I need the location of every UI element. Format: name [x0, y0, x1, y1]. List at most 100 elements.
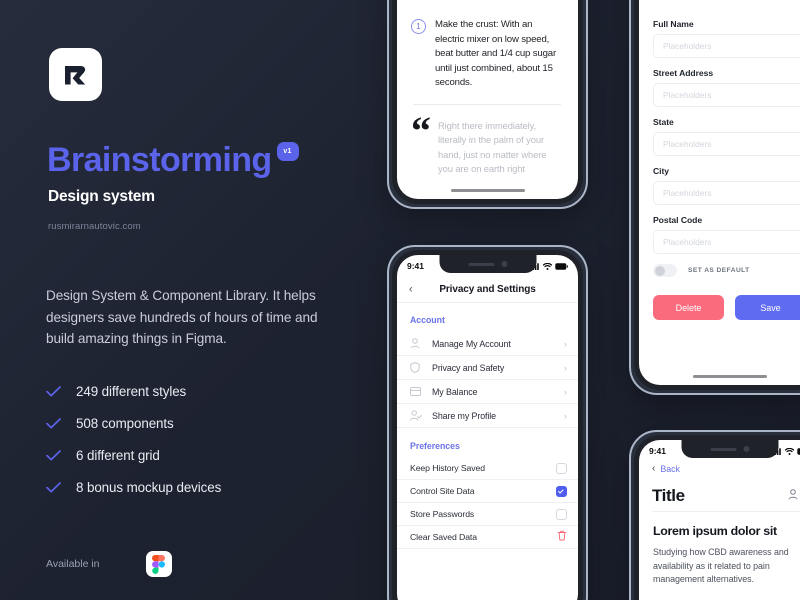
wifi-icon	[785, 447, 794, 455]
item-label: Clear Saved Data	[410, 532, 477, 542]
checkbox-checked[interactable]	[556, 485, 567, 497]
article-heading: Lorem ipsum dolor sit	[653, 524, 777, 538]
preference-store-passwords[interactable]: Store Passwords	[397, 503, 578, 526]
trash-icon[interactable]	[557, 528, 567, 546]
item-label: Control Site Data	[410, 486, 475, 496]
home-indicator	[450, 189, 525, 192]
postal-code-input[interactable]: Placeholders	[653, 230, 800, 254]
field-postal-code: Postal Code Placeholders	[653, 215, 800, 254]
intro-panel: Brainstorming v1 Design system rusmirarn…	[0, 0, 390, 600]
item-label: My Balance	[432, 386, 478, 397]
list-item: 6 different grid	[46, 439, 356, 471]
list-item: 508 components	[46, 407, 356, 439]
quote-text: Right there immediately, literally in th…	[438, 119, 547, 175]
chevron-left-icon: ‹	[652, 463, 656, 474]
field-street-address: Street Address Placeholders	[653, 68, 800, 107]
feature-label: 249 different styles	[76, 383, 187, 399]
phone-mockup-recipe: 1 Make the crust: With an electric mixer…	[387, 0, 588, 209]
phone-notch	[681, 440, 778, 458]
full-name-input[interactable]: Placeholders	[653, 34, 800, 58]
field-label: Postal Code	[653, 215, 703, 225]
wifi-icon	[543, 262, 552, 270]
city-input[interactable]: Placeholders	[653, 181, 800, 205]
back-label: Back	[660, 464, 680, 474]
field-label: City	[653, 166, 670, 176]
poster-canvas: Brainstorming v1 Design system rusmirarn…	[0, 0, 800, 600]
camera-icon	[743, 446, 749, 452]
set-as-default-row[interactable]: SET AS DEFAULT	[653, 264, 800, 277]
subtitle: Design system	[48, 188, 155, 205]
website-url: rusmirarnautovic.com	[48, 221, 141, 232]
version-badge: v1	[276, 142, 299, 161]
person-icon	[410, 338, 423, 349]
toggle-label: SET AS DEFAULT	[688, 267, 750, 274]
section-header-preferences: Preferences	[410, 441, 460, 451]
status-time: 9:41	[407, 261, 425, 271]
camera-icon	[501, 261, 507, 267]
status-time: 9:41	[649, 446, 667, 456]
item-label: Store Passwords	[410, 509, 475, 519]
chevron-left-icon[interactable]: ‹	[409, 284, 413, 295]
preference-keep-history-saved[interactable]: Keep History Saved	[397, 457, 578, 480]
item-label: Manage My Account	[432, 338, 511, 349]
feature-label: 508 components	[76, 415, 174, 431]
brand-title-row: Brainstorming v1	[47, 140, 299, 180]
field-label: Street Address	[653, 68, 714, 78]
sidebar-item-my-balance[interactable]: My Balance ›	[397, 380, 578, 404]
item-label: Keep History Saved	[410, 463, 485, 473]
delete-button[interactable]: Delete	[653, 295, 724, 320]
person-icon[interactable]	[788, 487, 798, 505]
set-as-default-toggle[interactable]	[653, 264, 677, 277]
back-nav[interactable]: ‹ Back	[652, 463, 680, 475]
brand-r-logo-icon	[61, 60, 90, 89]
field-label: Full Name	[653, 19, 694, 29]
preference-clear-saved-data[interactable]: Clear Saved Data	[397, 526, 578, 549]
step-number-badge: 1	[411, 19, 426, 34]
item-label: Privacy and Safety	[432, 362, 505, 373]
check-icon	[46, 417, 76, 429]
preferences-list: Keep History Saved Control Site Data Sto…	[397, 457, 578, 549]
sidebar-item-manage-my-account[interactable]: Manage My Account ›	[397, 332, 578, 356]
save-button[interactable]: Save	[735, 295, 800, 320]
check-icon	[46, 385, 76, 397]
shield-icon	[410, 362, 423, 373]
speaker-icon	[710, 447, 736, 451]
street-address-input[interactable]: Placeholders	[653, 83, 800, 107]
preference-control-site-data[interactable]: Control Site Data	[397, 480, 578, 503]
person-check-icon	[410, 410, 423, 421]
sidebar-item-privacy-and-safety[interactable]: Privacy and Safety ›	[397, 356, 578, 380]
list-item: 249 different styles	[46, 375, 356, 407]
battery-icon	[555, 262, 568, 270]
divider	[413, 103, 561, 105]
check-icon	[46, 449, 76, 461]
recipe-content: 1 Make the crust: With an electric mixer…	[397, 0, 578, 177]
settings-body: Account Manage My Account › Privacy and	[397, 315, 578, 549]
quote-block: “ Right there immediately, literally in …	[411, 107, 563, 177]
speaker-icon	[468, 262, 494, 266]
field-full-name: Full Name Placeholders	[653, 19, 800, 58]
chevron-right-icon: ›	[564, 362, 567, 373]
nav-title: Privacy and Settings	[439, 284, 536, 295]
credit-card-icon	[410, 387, 423, 396]
header-actions: ›	[788, 487, 800, 505]
phone-notch	[439, 255, 536, 273]
phone-mockup-address-form: Full Name Placeholders Street Address Pl…	[629, 0, 800, 395]
chevron-right-icon: ›	[564, 410, 567, 421]
article-body: Lorem ipsum dolor sit Studying how CBD a…	[653, 524, 800, 600]
phone-screen: Full Name Placeholders Street Address Pl…	[639, 0, 800, 385]
chevron-right-icon: ›	[564, 386, 567, 397]
article-paragraph: Studying how CBD awareness and availabil…	[653, 547, 789, 584]
section-header-account: Account	[410, 315, 445, 325]
state-input[interactable]: Placeholders	[653, 132, 800, 156]
home-indicator	[692, 375, 767, 378]
form-actions: Delete Save	[653, 295, 800, 320]
phone-mockup-article: 9:41 ‹ Back Title Lorem ipsum dolor sit …	[629, 430, 800, 600]
quote-mark-icon: “	[411, 107, 431, 153]
checkbox-unchecked[interactable]	[556, 508, 567, 520]
feature-list: 249 different styles 508 components 6 di…	[46, 375, 356, 503]
list-item: 8 bonus mockup devices	[46, 471, 356, 503]
sidebar-item-share-my-profile[interactable]: Share my Profile ›	[397, 404, 578, 428]
step-text: Make the crust: With an electric mixer o…	[435, 19, 556, 89]
check-icon	[46, 481, 76, 493]
checkbox-unchecked[interactable]	[556, 462, 567, 474]
